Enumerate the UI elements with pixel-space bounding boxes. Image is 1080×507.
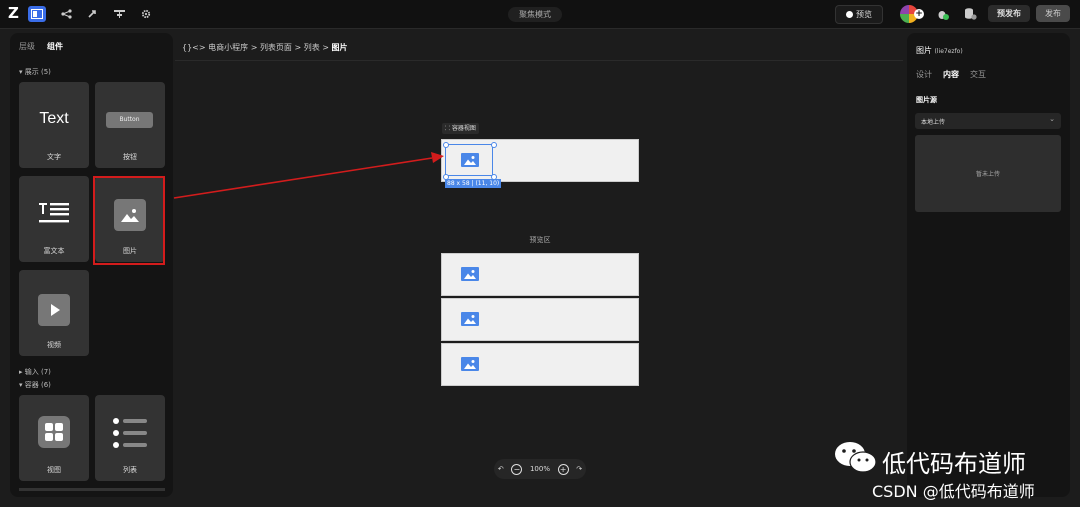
- zoom-level: 100%: [529, 465, 550, 473]
- zoom-in-icon[interactable]: +: [557, 463, 569, 475]
- image-source-select[interactable]: 本地上传 ⌄: [915, 113, 1061, 129]
- watermark-csdn: CSDN @低代码布道师: [872, 482, 1035, 501]
- tab-design[interactable]: 设计: [916, 69, 932, 80]
- chevron-down-icon: ⌄: [1049, 115, 1055, 123]
- wechat-logo-icon: [833, 440, 878, 474]
- undo-icon[interactable]: ↶: [498, 465, 504, 473]
- upload-area[interactable]: 暂未上传: [915, 135, 1061, 212]
- upload-placeholder: 暂未上传: [975, 171, 1000, 178]
- redo-icon[interactable]: ↷: [576, 465, 582, 473]
- image-source-label: 图片源: [916, 96, 937, 104]
- tab-content[interactable]: 内容: [943, 69, 959, 80]
- panel-title: 图片 (lie7ezfo): [916, 45, 963, 56]
- watermark-channel: 低代码布道师: [882, 450, 1026, 478]
- zoom-out-icon[interactable]: −: [511, 463, 523, 475]
- component-id: (lie7ezfo): [934, 48, 963, 55]
- properties-panel: 图片 (lie7ezfo) 设计 内容 交互 图片源 本地上传 ⌄ 暂未上传: [907, 33, 1070, 497]
- tab-interaction[interactable]: 交互: [970, 69, 986, 80]
- image-source-value: 本地上传: [921, 119, 946, 126]
- panel-title-text: 图片: [916, 46, 932, 55]
- zoom-toolbar: ↶ − 100% + ↷: [494, 459, 586, 479]
